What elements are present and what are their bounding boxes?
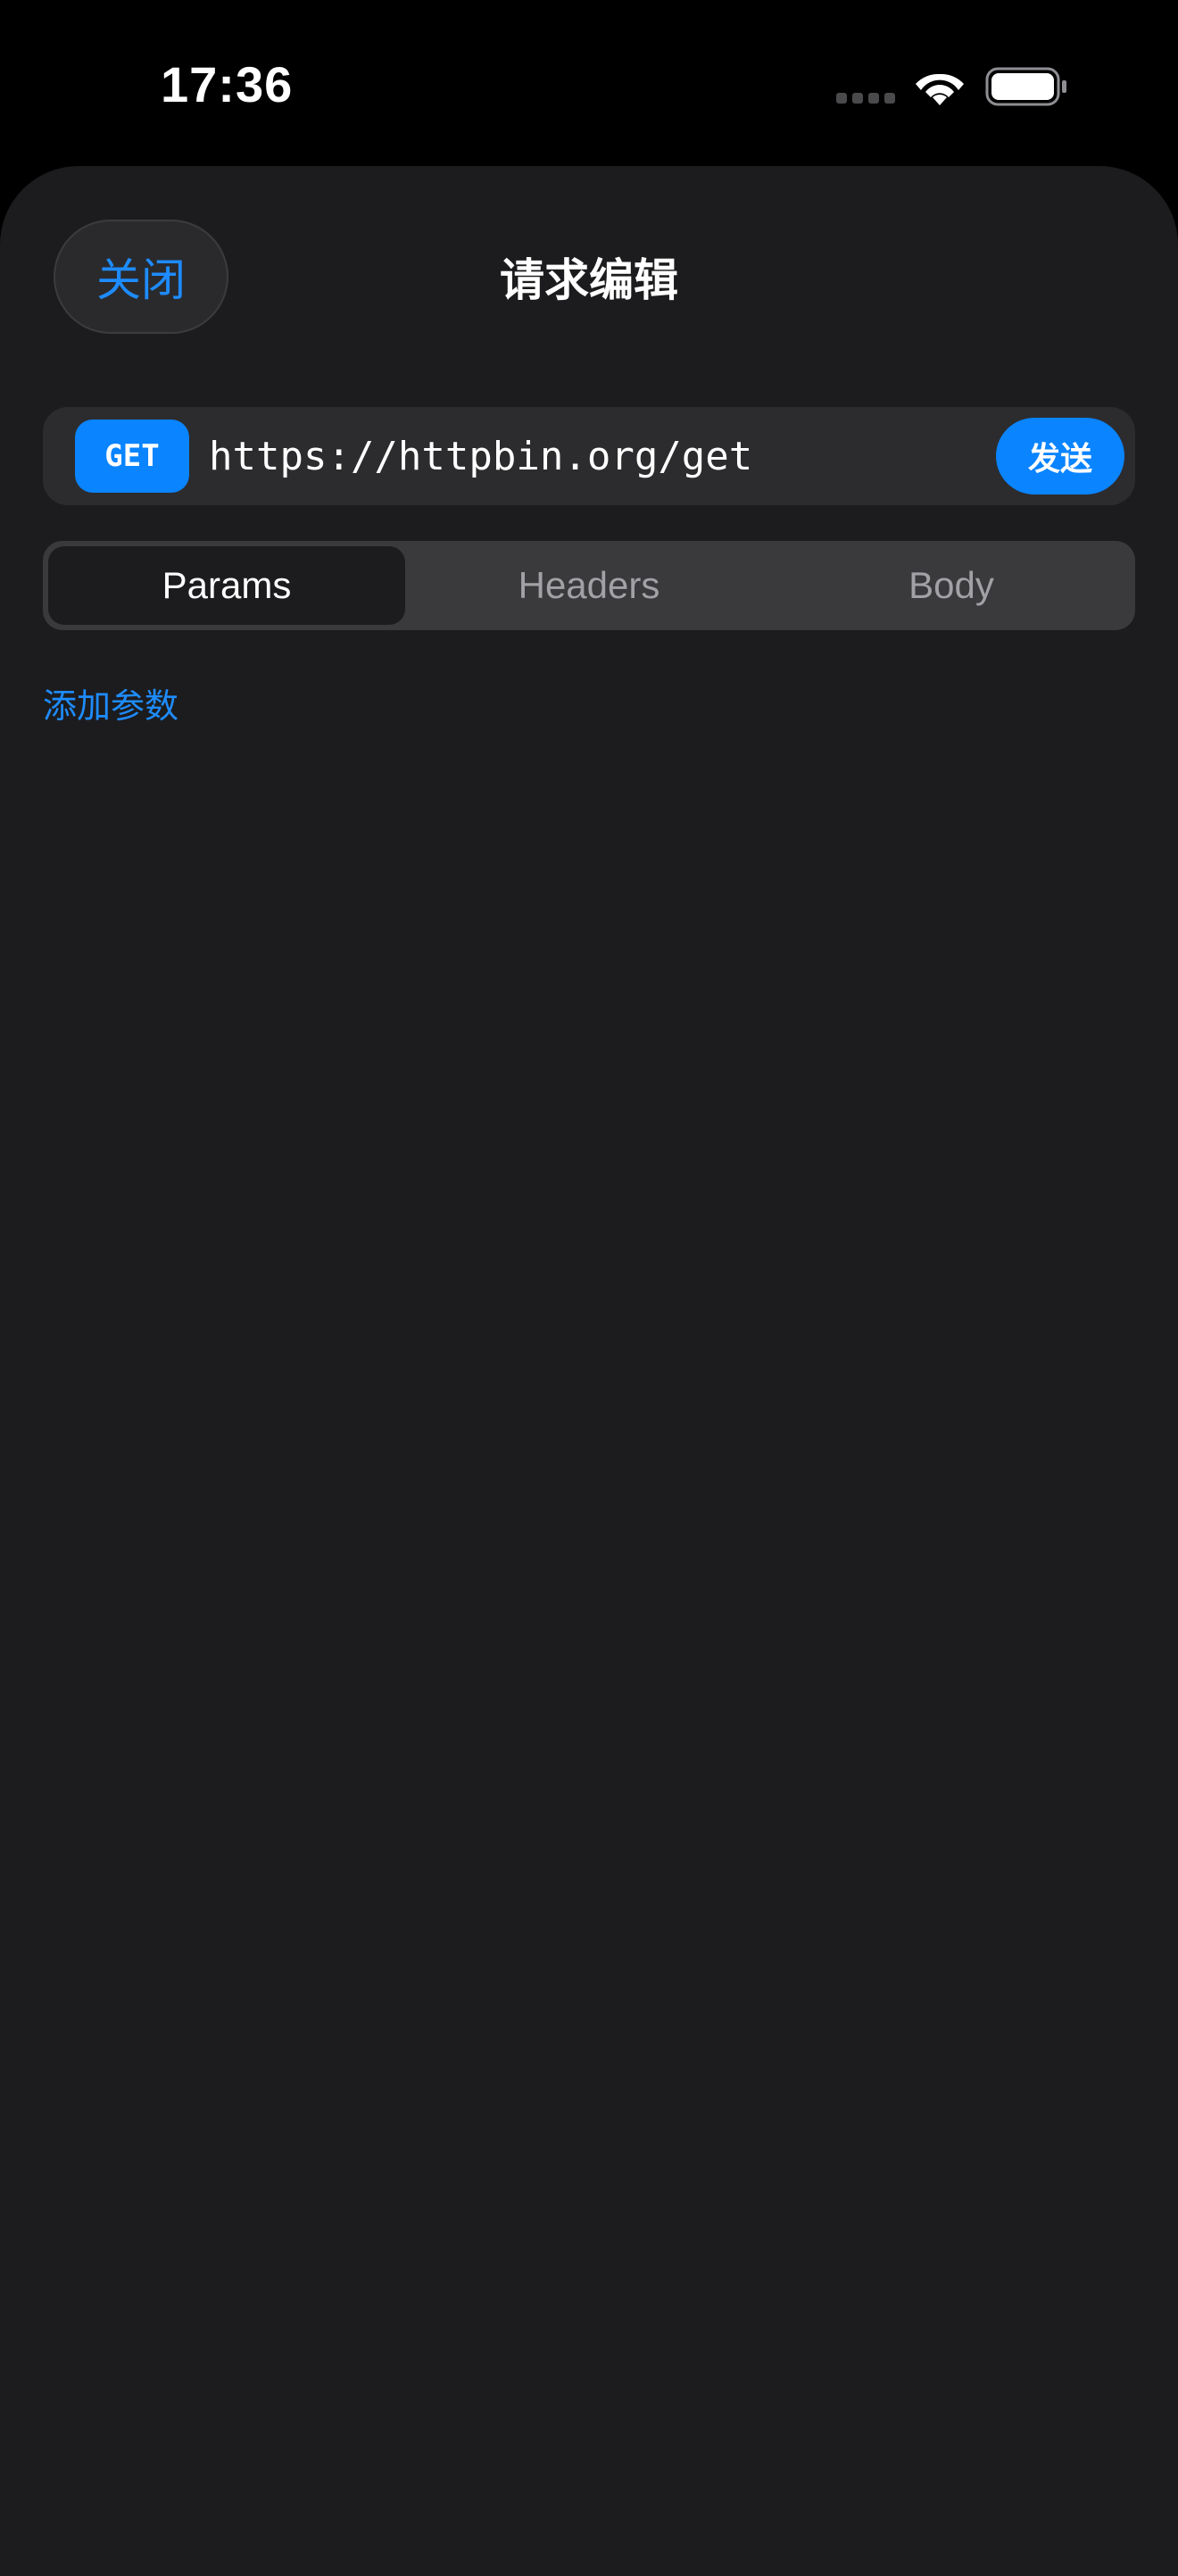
status-bar: 17:36 <box>0 0 1178 166</box>
wifi-icon <box>916 73 964 105</box>
send-button[interactable]: 发送 <box>996 418 1124 494</box>
request-tabs: Params Headers Body <box>43 541 1135 630</box>
tab-body[interactable]: Body <box>773 546 1130 625</box>
url-input[interactable]: https://httpbin.org/get <box>209 420 976 493</box>
page-title: 请求编辑 <box>500 254 678 306</box>
request-editor-sheet: 关闭 请求编辑 GET https://httpbin.org/get 发送 P… <box>0 166 1178 2576</box>
cellular-signal-icon <box>836 93 895 104</box>
status-time: 17:36 <box>161 56 294 112</box>
url-bar: GET https://httpbin.org/get 发送 <box>43 407 1135 505</box>
battery-icon <box>985 67 1066 106</box>
add-param-button[interactable]: 添加参数 <box>43 678 178 727</box>
close-button[interactable]: 关闭 <box>54 220 228 334</box>
tab-headers[interactable]: Headers <box>411 546 767 625</box>
method-selector[interactable]: GET <box>75 420 189 493</box>
tab-params[interactable]: Params <box>48 546 405 625</box>
